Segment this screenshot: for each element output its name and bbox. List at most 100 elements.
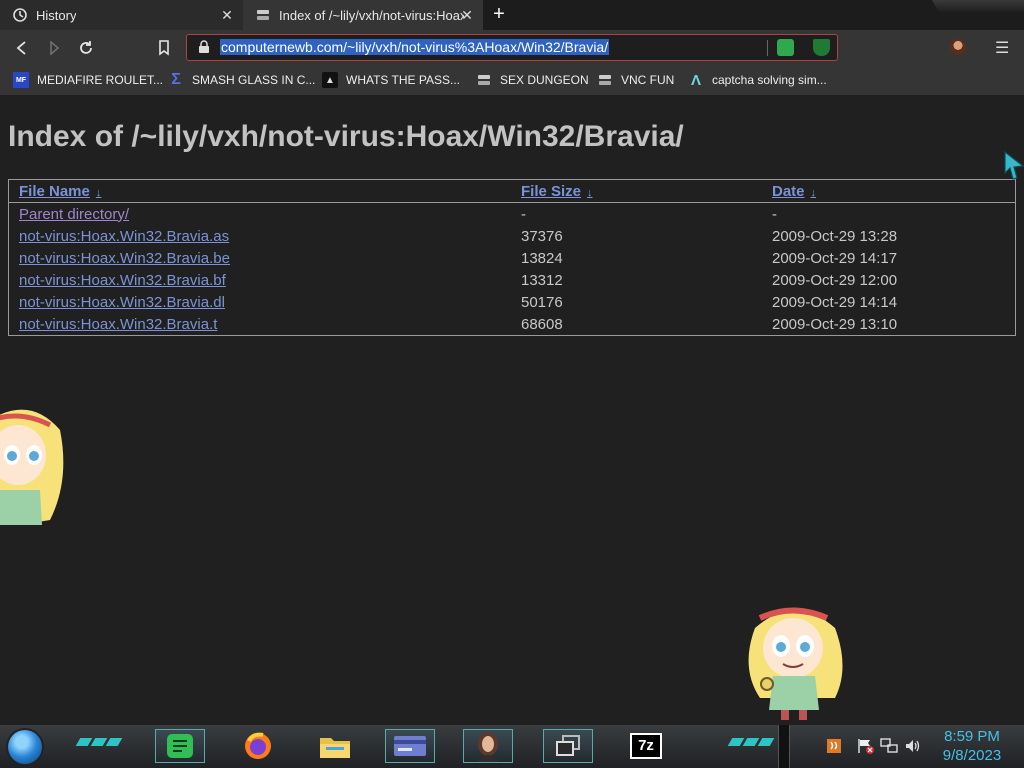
taskbar-file-explorer[interactable] (310, 729, 360, 763)
forward-button[interactable] (44, 38, 64, 58)
file-link[interactable]: not-virus:Hoax.Win32.Bravia.be (19, 250, 230, 267)
tab-label: History (36, 7, 77, 23)
start-button[interactable] (8, 730, 42, 764)
file-date: 2009-Oct-29 13:10 (772, 315, 898, 333)
flag-warning-icon (858, 739, 874, 754)
url-text[interactable]: computernewb.com/~lily/vxh/not-virus%3AH… (220, 39, 610, 55)
bookmark-vnc-fun[interactable]: VNC FUN (597, 72, 674, 88)
file-link[interactable]: not-virus:Hoax.Win32.Bravia.t (19, 316, 217, 333)
file-size: 13824 (521, 249, 563, 267)
file-link[interactable]: not-virus:Hoax.Win32.Bravia.dl (19, 294, 225, 311)
bookmark-label: VNC FUN (621, 73, 675, 87)
parent-directory-link[interactable]: Parent directory/ (19, 206, 129, 223)
page-title: Index of /~lily/vxh/not-virus:Hoax/Win32… (8, 120, 684, 153)
mediafire-icon: MF (13, 72, 29, 88)
file-link[interactable]: not-virus:Hoax.Win32.Bravia.as (19, 228, 229, 245)
shield-extension-icon[interactable] (813, 39, 830, 56)
close-icon[interactable]: ✕ (459, 7, 475, 23)
file-link[interactable]: not-virus:Hoax.Win32.Bravia.bf (19, 272, 226, 289)
java-icon (827, 739, 841, 753)
portrait-app-icon (476, 732, 500, 762)
bot-icon: ▲ (322, 72, 338, 88)
file-size: - (521, 205, 526, 223)
sigma-icon: Σ (171, 71, 181, 88)
taskbar-firefox[interactable] (233, 729, 283, 763)
taskbar-7zip[interactable]: 7z (621, 729, 671, 763)
bookmark-captcha-solving[interactable]: Λ captcha solving sim... (688, 71, 827, 89)
server-icon (255, 7, 271, 23)
forward-arrow-icon (50, 41, 60, 55)
history-icon (12, 7, 28, 23)
file-date: 2009-Oct-29 14:17 (772, 249, 898, 267)
show-desktop-divider[interactable] (778, 725, 790, 768)
tray-network[interactable] (880, 737, 898, 755)
tray-action-center[interactable] (857, 737, 875, 755)
tab-history[interactable]: History ✕ (0, 0, 243, 30)
taskbar-portrait-app[interactable] (463, 729, 513, 763)
taskbar: 7z 8:59 PM 9/8/2023 (0, 725, 1024, 768)
address-bar[interactable]: computernewb.com/~lily/vxh/not-virus%3AH… (186, 34, 838, 61)
notes-app-icon (167, 734, 193, 758)
sort-arrow-icon[interactable]: ↓ (96, 187, 102, 199)
menu-icon[interactable]: ☰ (995, 38, 1009, 57)
table-row: not-virus:Hoax.Win32.Bravia.t 68608 2009… (9, 313, 1015, 335)
taskbar-notes-app[interactable] (155, 729, 205, 763)
table-row: not-virus:Hoax.Win32.Bravia.dl 50176 200… (9, 291, 1015, 313)
file-date: 2009-Oct-29 12:00 (772, 271, 898, 289)
bookmark-button[interactable] (154, 38, 174, 58)
bookmark-mediafire[interactable]: MF MEDIAFIRE ROULET... (13, 72, 163, 88)
tab-directory-index[interactable]: Index of /~lily/vxh/not-virus:Hoax/ ✕ (243, 0, 483, 30)
bookmark-label: captcha solving sim... (712, 73, 827, 87)
sort-by-size-link[interactable]: File Size (521, 183, 581, 200)
table-header-row: File Name ↓ File Size ↓ Date ↓ (9, 180, 1015, 203)
file-size: 50176 (521, 293, 563, 311)
file-date: 2009-Oct-29 13:28 (772, 227, 898, 245)
table-row: not-virus:Hoax.Win32.Bravia.as 37376 200… (9, 225, 1015, 247)
profile-avatar[interactable] (950, 39, 966, 55)
tray-volume[interactable] (904, 737, 922, 755)
clock-date: 9/8/2023 (942, 747, 1002, 764)
taskbar-decoration (75, 738, 123, 748)
table-row: Parent directory/ - - (9, 203, 1015, 225)
bookmark-sex-dungeon[interactable]: SEX DUNGEON (476, 72, 589, 88)
notes-extension-icon[interactable] (777, 39, 794, 56)
tray-app-icon[interactable] (826, 737, 842, 755)
volume-icon (906, 740, 920, 752)
file-size: 37376 (521, 227, 563, 245)
bookmarks-bar: MF MEDIAFIRE ROULET... Σ SMASH GLASS IN … (0, 65, 1024, 95)
file-date: 2009-Oct-29 14:14 (772, 293, 898, 311)
bookmark-icon (159, 40, 169, 56)
file-size: 13312 (521, 271, 563, 289)
column-header-name: File Name ↓ (9, 180, 511, 203)
back-button[interactable] (12, 38, 32, 58)
sort-by-name-link[interactable]: File Name (19, 183, 90, 200)
file-explorer-icon (320, 738, 350, 758)
taskbar-window-switcher[interactable] (543, 729, 593, 763)
reload-icon (80, 41, 92, 54)
taskbar-clock[interactable]: 8:59 PM 9/8/2023 (932, 727, 1012, 765)
cursor-icon (1004, 150, 1024, 180)
arrow-icon: Λ (690, 71, 701, 89)
file-date: - (772, 205, 777, 223)
column-header-size: File Size ↓ (511, 180, 762, 203)
file-size: 68608 (521, 315, 563, 333)
7zip-icon: 7z (630, 733, 662, 759)
taskbar-card-app[interactable] (385, 729, 435, 763)
network-icon (880, 738, 898, 753)
sort-arrow-icon[interactable]: ↓ (811, 187, 817, 199)
sort-by-date-link[interactable]: Date (772, 183, 805, 200)
file-listing-table: File Name ↓ File Size ↓ Date ↓ Parent direc… (8, 179, 1016, 336)
new-tab-button[interactable]: + (488, 4, 510, 26)
reload-button[interactable] (76, 38, 96, 58)
clock-time: 8:59 PM (944, 728, 1000, 745)
bookmark-smash-glass[interactable]: Σ SMASH GLASS IN C... (168, 71, 315, 88)
sort-arrow-icon[interactable]: ↓ (587, 187, 593, 199)
close-icon[interactable]: ✕ (219, 7, 235, 23)
window-frame-decoration (932, 0, 1024, 12)
navigation-toolbar: computernewb.com/~lily/vxh/not-virus%3AH… (0, 30, 1024, 65)
page-content: Index of /~lily/vxh/not-virus:Hoax/Win32… (0, 95, 1024, 725)
bookmark-whats-the-pass[interactable]: ▲ WHATS THE PASS... (322, 72, 460, 88)
lock-icon[interactable] (197, 40, 211, 54)
window-switcher-icon (556, 735, 580, 756)
bookmark-label: MEDIAFIRE ROULET... (37, 73, 164, 87)
